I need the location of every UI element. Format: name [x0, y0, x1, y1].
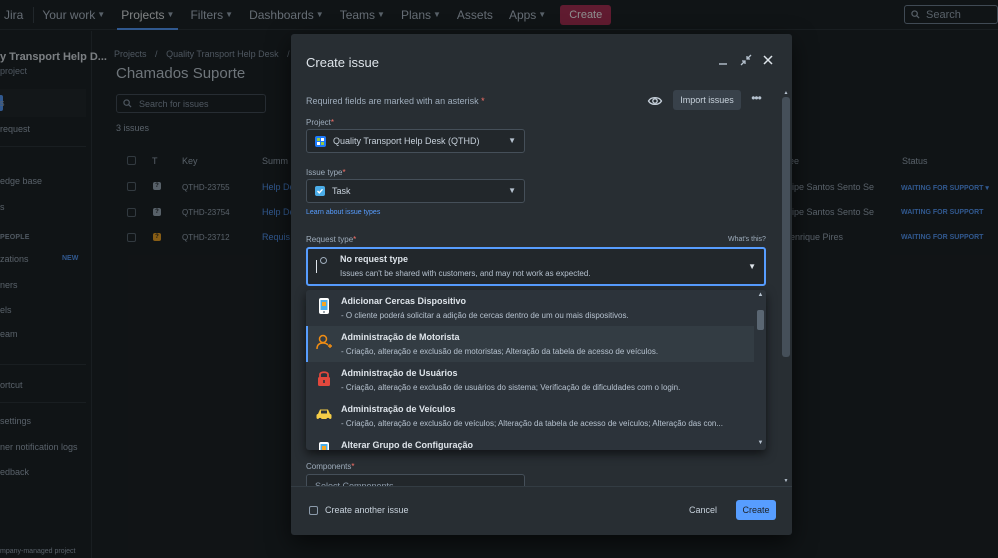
lock-icon	[318, 371, 330, 386]
required-asterisk: *	[481, 96, 485, 106]
minimize-icon[interactable]	[715, 54, 731, 70]
request-type-option[interactable]: Administração de Usuários - Criação, alt…	[306, 362, 754, 398]
required-fields-note: Required fields are marked with an aster…	[306, 96, 485, 106]
required-asterisk: *	[351, 462, 355, 471]
required-note-text: Required fields are marked with an aster…	[306, 96, 479, 106]
option-desc: - Criação, alteração e exclusão de veícu…	[341, 419, 724, 428]
project-field-label: Project*	[306, 118, 334, 127]
dropdown-scrollbar-thumb[interactable]	[757, 310, 764, 330]
driver-icon	[316, 334, 332, 350]
scroll-down-arrow[interactable]: ▼	[757, 440, 764, 446]
option-desc: - Criação, alteração e exclusão de motor…	[341, 347, 659, 356]
scroll-up-arrow[interactable]: ▲	[782, 90, 790, 96]
request-selected-title: No request type	[340, 254, 409, 264]
request-type-select[interactable]: No request type Issues can't be shared w…	[306, 247, 766, 286]
collapse-icon[interactable]	[738, 54, 754, 70]
components-label-text: Components	[306, 462, 352, 471]
dialog-scrollbar[interactable]: ▲ ▼	[782, 90, 790, 486]
create-button[interactable]: Create	[736, 500, 776, 520]
dialog-scrollbar-thumb[interactable]	[782, 97, 790, 357]
more-actions-icon[interactable]: •••	[746, 90, 766, 110]
request-type-option[interactable]: Administração de Veículos - Criação, alt…	[306, 398, 754, 434]
car-icon	[316, 409, 332, 422]
option-desc: - Criação, alteração e exclusão de usuár…	[341, 383, 681, 392]
task-icon	[315, 186, 325, 196]
create-another-checkbox[interactable]: Create another issue	[309, 505, 409, 515]
chevron-down-icon: ▼	[508, 186, 516, 195]
project-value: Quality Transport Help Desk (QTHD)	[333, 136, 480, 146]
eye-icon[interactable]	[647, 93, 663, 109]
option-title: Administração de Motorista	[341, 332, 460, 342]
issue-type-label-text: Issue type	[306, 168, 343, 177]
issue-type-select[interactable]: Task ▼	[306, 179, 525, 203]
dialog-footer: Create another issue Cancel Create	[291, 486, 792, 535]
create-another-label: Create another issue	[325, 505, 409, 515]
cancel-button[interactable]: Cancel	[681, 500, 725, 520]
request-type-option[interactable]: Adicionar Cercas Dispositivo - O cliente…	[306, 290, 754, 326]
request-type-option[interactable]: Alterar Grupo de Configuração	[306, 434, 754, 450]
option-title: Administração de Usuários	[341, 368, 458, 378]
option-title: Administração de Veículos	[341, 404, 456, 414]
chevron-down-icon: ▼	[508, 136, 516, 145]
close-icon[interactable]	[760, 54, 776, 70]
project-avatar-icon	[315, 135, 326, 147]
issue-type-value: Task	[332, 186, 351, 196]
request-selected-desc: Issues can't be shared with customers, a…	[340, 269, 591, 278]
option-title: Adicionar Cercas Dispositivo	[341, 296, 467, 306]
project-label-text: Project	[306, 118, 331, 127]
create-issue-dialog: Create issue Required fields are marked …	[291, 34, 792, 535]
chevron-down-icon: ▼	[748, 262, 756, 271]
import-issues-button[interactable]: Import issues	[673, 90, 741, 110]
components-field-label: Components*	[306, 462, 354, 471]
option-title: Alterar Grupo de Configuração	[341, 440, 474, 450]
request-type-label-text: Request type	[306, 235, 354, 244]
request-type-option[interactable]: Administração de Motorista - Criação, al…	[306, 326, 754, 362]
whats-this-link[interactable]: What's this?	[728, 236, 766, 243]
required-asterisk: *	[353, 235, 357, 244]
device-icon	[319, 442, 329, 450]
option-desc: - O cliente poderá solicitar a adição de…	[341, 311, 629, 320]
required-asterisk: *	[330, 118, 335, 127]
no-request-type-icon	[320, 257, 327, 264]
project-select[interactable]: Quality Transport Help Desk (QTHD) ▼	[306, 129, 525, 153]
learn-issue-types-link[interactable]: Learn about issue types	[306, 209, 380, 216]
dialog-body[interactable]: Required fields are marked with an aster…	[291, 90, 792, 486]
request-type-dropdown: Adicionar Cercas Dispositivo - O cliente…	[306, 290, 766, 450]
checkbox-box[interactable]	[309, 505, 318, 515]
components-select[interactable]: Select Components	[306, 474, 525, 486]
scroll-down-arrow[interactable]: ▼	[782, 478, 790, 484]
text-cursor	[316, 260, 317, 273]
required-asterisk: *	[342, 168, 346, 177]
issue-type-field-label: Issue type*	[306, 168, 346, 177]
dialog-title: Create issue	[306, 55, 379, 70]
scroll-up-arrow[interactable]: ▲	[757, 292, 764, 298]
request-type-field-label: Request type*	[306, 235, 356, 244]
device-icon	[319, 298, 329, 314]
